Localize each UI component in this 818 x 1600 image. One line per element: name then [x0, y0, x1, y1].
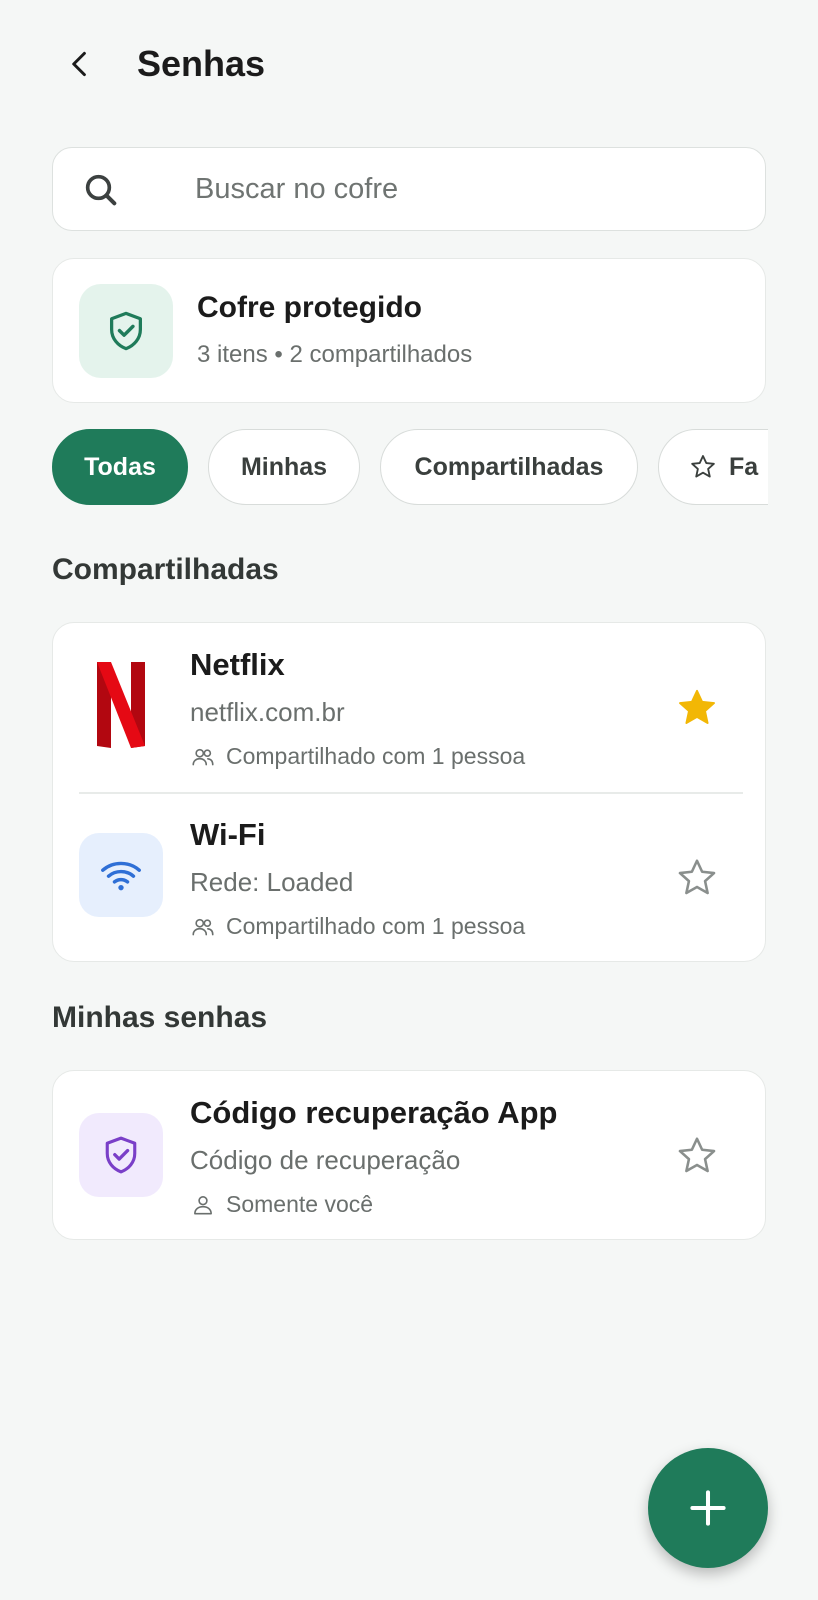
filter-chips: Todas Minhas Compartilhadas Fa [52, 429, 768, 507]
vault-status-icon-box [79, 284, 173, 378]
search-bar[interactable] [52, 147, 766, 231]
wifi-icon [101, 861, 141, 891]
item-detail: Rede: Loaded [190, 867, 354, 897]
person-icon [194, 1195, 212, 1214]
filter-chip-favoritas[interactable]: Fa [658, 429, 768, 505]
shared-items-card: Netflix netflix.com.br Compartilhado com… [52, 622, 766, 962]
plus-icon [690, 1490, 726, 1526]
netflix-logo [79, 662, 163, 748]
favorite-toggle[interactable] [673, 684, 721, 732]
item-meta-label: Somente você [226, 1191, 374, 1217]
my-items-card: Código recuperação App Código de recuper… [52, 1070, 766, 1240]
item-meta: Somente você [190, 1191, 373, 1218]
item-meta-label: Compartilhado com 1 pessoa [226, 913, 526, 939]
filter-chip-label: Fa [729, 452, 759, 481]
recovery-logo-box [79, 1113, 163, 1197]
search-icon [85, 174, 117, 206]
star-outline-icon [691, 455, 715, 478]
wifi-logo-box [79, 833, 163, 917]
search-input[interactable] [195, 148, 755, 230]
add-password-button[interactable] [648, 1448, 768, 1568]
filter-chip-label: Compartilhadas [414, 452, 604, 481]
filter-chip-label: Todas [84, 452, 156, 481]
vault-status-subtitle: 3 itens • 2 compartilhados [197, 341, 473, 368]
filter-chip-compartilhadas[interactable]: Compartilhadas [380, 429, 638, 505]
arrow-back-icon [72, 51, 86, 77]
favorite-toggle[interactable] [673, 1132, 721, 1180]
password-item-recovery-code[interactable]: Código recuperação App Código de recuper… [53, 1071, 767, 1241]
vault-status-title: Cofre protegido [197, 291, 422, 324]
section-title-mine: Minhas senhas [52, 1001, 268, 1034]
people-icon [192, 748, 214, 765]
item-meta: Compartilhado com 1 pessoa [190, 743, 525, 770]
item-name: Wi-Fi [190, 817, 266, 852]
page-title: Senhas [137, 43, 266, 84]
vault-status-card: Cofre protegido 3 itens • 2 compartilhad… [52, 258, 766, 403]
star-outline-icon [678, 1137, 716, 1173]
netflix-logo-icon [97, 662, 145, 748]
item-name: Netflix [190, 647, 285, 682]
filter-chip-label: Minhas [240, 452, 328, 481]
people-icon [192, 918, 214, 935]
filter-chip-todas[interactable]: Todas [52, 429, 188, 505]
section-title-shared: Compartilhadas [52, 553, 279, 586]
item-detail: netflix.com.br [190, 697, 345, 727]
top-app-bar: Senhas [0, 0, 818, 130]
item-name: Código recuperação App [190, 1095, 558, 1130]
item-meta-label: Compartilhado com 1 pessoa [226, 743, 526, 769]
password-item-wifi[interactable]: Wi-Fi Rede: Loaded Compartilhado com 1 p… [53, 793, 767, 963]
favorite-toggle[interactable] [673, 854, 721, 902]
shield-check-icon [105, 1136, 137, 1174]
back-button[interactable] [58, 42, 102, 86]
filter-chip-minhas[interactable]: Minhas [208, 429, 360, 505]
password-item-netflix[interactable]: Netflix netflix.com.br Compartilhado com… [53, 623, 767, 793]
star-outline-icon [678, 859, 716, 895]
item-meta: Compartilhado com 1 pessoa [190, 913, 525, 940]
star-filled-icon [679, 689, 715, 724]
shield-check-icon [109, 311, 143, 351]
item-detail: Código de recuperação [190, 1145, 461, 1175]
